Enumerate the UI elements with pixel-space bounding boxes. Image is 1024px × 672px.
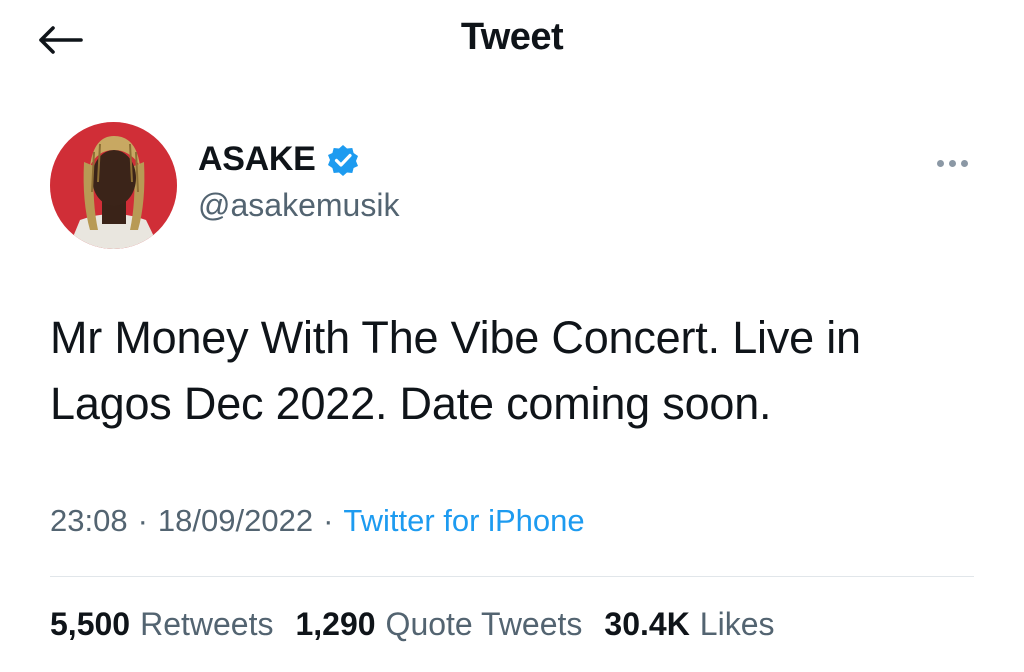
tweet-date: 18/09/2022 [157, 503, 314, 538]
retweets-stat[interactable]: 5,500 Retweets [50, 606, 273, 643]
quote-tweets-count: 1,290 [295, 606, 376, 642]
tweet-detail-screen: Tweet ASAKE @asakemusik Mr Money With Th… [0, 0, 1024, 672]
quote-tweets-stat[interactable]: 1,290 Quote Tweets [295, 606, 582, 643]
avatar-image [50, 122, 177, 249]
tweet-source-link[interactable]: Twitter for iPhone [343, 503, 584, 539]
quote-tweets-label: Quote Tweets [385, 606, 583, 642]
meta-separator: · [137, 503, 148, 538]
more-dot [948, 159, 956, 167]
author-display-name[interactable]: ASAKE [198, 140, 316, 179]
likes-stat[interactable]: 30.4K Likes [604, 606, 774, 643]
retweets-count: 5,500 [50, 606, 131, 642]
likes-count: 30.4K [604, 606, 690, 642]
avatar[interactable] [50, 122, 177, 249]
meta-separator: · [323, 503, 334, 538]
likes-label: Likes [699, 606, 775, 642]
author-info: ASAKE @asakemusik [198, 140, 399, 224]
more-dot [960, 159, 968, 167]
divider [50, 576, 974, 577]
tweet-text: Mr Money With The Vibe Concert. Live in … [50, 312, 861, 429]
more-options-button[interactable] [930, 150, 974, 176]
verified-badge-icon [327, 144, 358, 176]
page-title: Tweet [460, 16, 564, 58]
more-dots-icon [936, 159, 944, 167]
author-name-row[interactable]: ASAKE [198, 140, 399, 179]
tweet-stats: 5,500 Retweets 1,290 Quote Tweets 30.4K … [50, 606, 775, 643]
tweet-meta: 23:08 · 18/09/2022 · Twitter for iPhone [50, 503, 585, 539]
retweets-label: Retweets [140, 606, 274, 642]
author-handle[interactable]: @asakemusik [198, 187, 399, 224]
tweet-time: 23:08 [50, 503, 128, 538]
